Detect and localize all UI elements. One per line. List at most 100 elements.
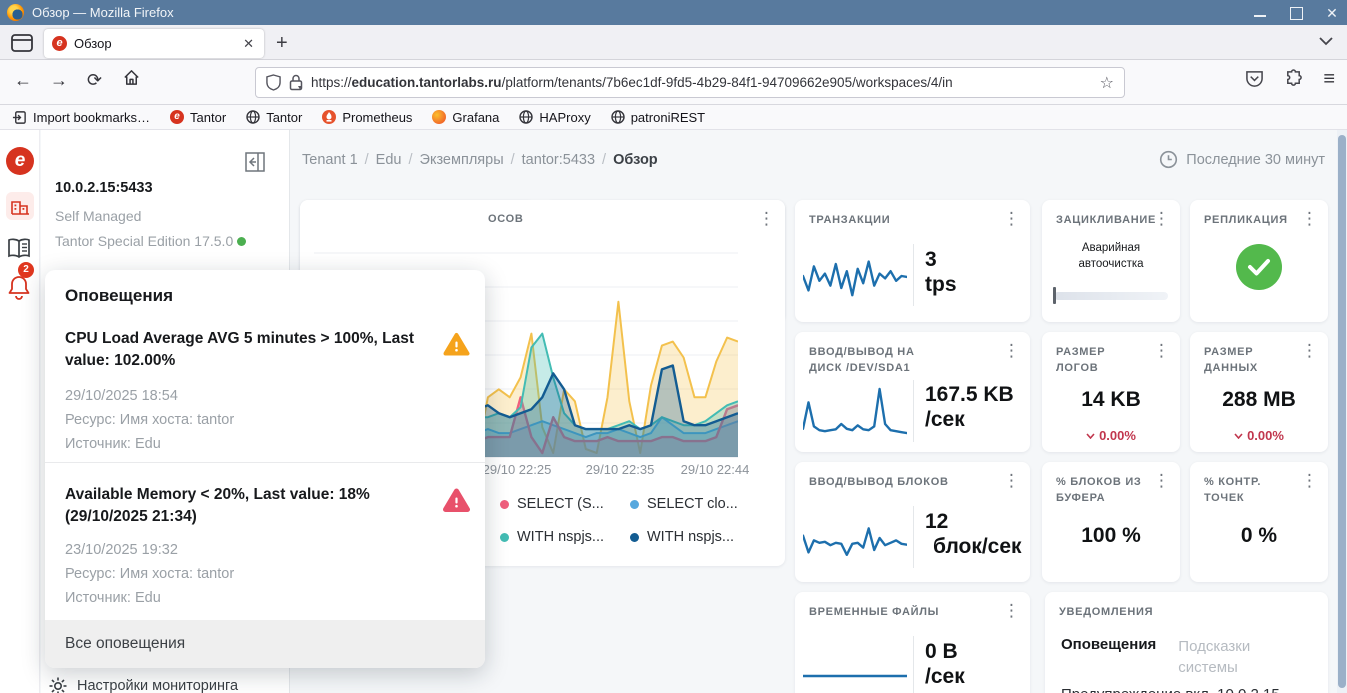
log-size-value: 14 KB bbox=[1081, 388, 1141, 411]
globe-icon bbox=[246, 110, 260, 124]
checkpoints-value: 0 % bbox=[1240, 524, 1278, 547]
replication-ok-check-icon bbox=[1236, 244, 1282, 290]
legend-dot-icon bbox=[630, 499, 639, 509]
minimize-button[interactable] bbox=[1253, 6, 1267, 20]
wraparound-progress-marker bbox=[1053, 287, 1056, 304]
kebab-menu-icon[interactable]: ⋮ bbox=[1003, 210, 1020, 227]
clock-icon bbox=[1159, 150, 1178, 169]
alert-title: CPU Load Average AVG 5 minutes > 100%, L… bbox=[65, 330, 415, 369]
kebab-menu-icon[interactable]: ⋮ bbox=[1301, 210, 1318, 227]
wraparound-progressbar bbox=[1054, 292, 1168, 300]
browser-window: Обзор — Mozilla Firefox ✕ e Обзор ✕ + ← … bbox=[0, 0, 1347, 693]
legend-item[interactable]: WITH nspjs... bbox=[500, 529, 604, 545]
temp-files-value: 0 В/сек bbox=[925, 640, 965, 689]
forward-button[interactable]: → bbox=[50, 70, 68, 91]
window-titlebar: Обзор — Mozilla Firefox ✕ bbox=[0, 0, 1347, 25]
kebab-menu-icon[interactable]: ⋮ bbox=[1003, 602, 1020, 619]
lock-icon[interactable] bbox=[289, 74, 303, 91]
alert-source: Источник: Edu bbox=[65, 436, 161, 452]
card-data-size: РАЗМЕР ДАННЫХ ⋮ 288 MB 0.00% bbox=[1190, 332, 1328, 452]
breadcrumb-instance[interactable]: tantor:5433 bbox=[522, 152, 595, 168]
critical-triangle-icon bbox=[443, 488, 470, 513]
reload-button[interactable]: ⟳ bbox=[87, 70, 102, 91]
bookmark-import[interactable]: Import bookmarks… bbox=[12, 110, 150, 125]
card-disk-io: ВВОД/ВЫВОД НА ДИСК /DEV/SDA1 ⋮ 167.5 KB /… bbox=[795, 332, 1030, 452]
card-title: ТРАНЗАКЦИИ bbox=[809, 214, 891, 226]
time-range-selector[interactable]: Последние 30 минут bbox=[1159, 150, 1325, 169]
url-text[interactable]: https://education.tantorlabs.ru/platform… bbox=[311, 75, 1100, 90]
instance-managed-type: Self Managed bbox=[55, 208, 142, 224]
scrollbar-thumb[interactable] bbox=[1338, 135, 1346, 688]
back-button[interactable]: ← bbox=[14, 70, 32, 91]
alerts-bell-icon[interactable] bbox=[6, 273, 34, 301]
buffer-hit-value: 100 % bbox=[1081, 524, 1141, 547]
kebab-menu-icon[interactable]: ⋮ bbox=[1153, 342, 1170, 359]
disk-io-value: 167.5 KB/сек bbox=[925, 383, 1014, 432]
sidebar-collapse-icon[interactable] bbox=[245, 152, 265, 172]
shield-icon[interactable] bbox=[266, 74, 281, 91]
extensions-puzzle-icon[interactable] bbox=[1284, 69, 1303, 88]
bookmark-tantor-2[interactable]: Tantor bbox=[246, 110, 302, 125]
chart-title-fragment: ОСОВ bbox=[488, 213, 524, 225]
breadcrumb: Tenant 1/Edu / Экземпляры / tantor:5433/Обзо… bbox=[302, 152, 658, 168]
card-title: % КОНТР. ТОЧЕК bbox=[1204, 476, 1262, 504]
bookmarks-bar: Import bookmarks… e Tantor Tantor Promet… bbox=[0, 105, 1347, 130]
disk-io-sparkline bbox=[803, 387, 907, 435]
kebab-menu-icon[interactable]: ⋮ bbox=[1153, 472, 1170, 489]
card-temp-files: ВРЕМЕННЫЕ ФАЙЛЫ ⋮ 0 В/сек bbox=[795, 592, 1030, 693]
maximize-button[interactable] bbox=[1289, 6, 1303, 20]
list-tabs-chevron-icon[interactable] bbox=[1319, 37, 1333, 46]
kebab-menu-icon[interactable]: ⋮ bbox=[1003, 342, 1020, 359]
legend-item[interactable]: SELECT (S... bbox=[500, 496, 604, 512]
monitoring-settings-item[interactable]: Настройки мониторинга bbox=[48, 676, 238, 693]
kebab-menu-icon[interactable]: ⋮ bbox=[1003, 472, 1020, 489]
new-tab-button[interactable]: + bbox=[276, 33, 288, 53]
bookmark-haproxy[interactable]: HAProxy bbox=[519, 110, 591, 125]
tab-manager-icon[interactable] bbox=[10, 32, 34, 54]
bookmark-grafana[interactable]: Grafana bbox=[432, 110, 499, 125]
tantor-logo[interactable]: e bbox=[6, 147, 34, 175]
tab-close-icon[interactable]: ✕ bbox=[241, 36, 256, 52]
bookmark-star-icon[interactable]: ☆ bbox=[1100, 73, 1114, 93]
tab-active[interactable]: e Обзор ✕ bbox=[44, 29, 264, 58]
alert-resource: Ресурс: Имя хоста: tantor bbox=[65, 566, 235, 582]
bookmark-patronirest[interactable]: patroniREST bbox=[611, 110, 705, 125]
instance-edition: Tantor Special Edition 17.5.0 bbox=[55, 233, 247, 249]
tab-system-hints[interactable]: Подсказки системы bbox=[1178, 636, 1278, 678]
bookmark-prometheus[interactable]: Prometheus bbox=[322, 110, 412, 125]
menu-hamburger-icon[interactable]: ≡ bbox=[1323, 69, 1335, 89]
breadcrumb-instances[interactable]: Экземпляры bbox=[420, 152, 504, 168]
url-bar[interactable]: https://education.tantorlabs.ru/platform… bbox=[255, 67, 1125, 98]
alerts-count-badge: 2 bbox=[18, 262, 34, 278]
log-size-delta: 0.00% bbox=[1042, 428, 1180, 443]
legend-item[interactable]: SELECT clo... bbox=[630, 496, 738, 512]
docs-book-icon[interactable] bbox=[6, 237, 34, 265]
alert-time: 29/10/2025 18:54 bbox=[65, 388, 178, 404]
kebab-menu-icon[interactable]: ⋮ bbox=[1301, 342, 1318, 359]
legend-dot-icon bbox=[630, 532, 639, 542]
kebab-menu-icon[interactable]: ⋮ bbox=[1301, 472, 1318, 489]
block-io-sparkline bbox=[803, 527, 907, 556]
organization-building-icon[interactable] bbox=[6, 192, 34, 220]
x-tick: 29/10 22:35 bbox=[585, 462, 655, 477]
tab-alerts[interactable]: Оповещения bbox=[1061, 636, 1156, 678]
close-button[interactable]: ✕ bbox=[1325, 6, 1339, 20]
legend-dot-icon bbox=[500, 532, 509, 542]
legend-label: SELECT (S... bbox=[517, 496, 604, 512]
transactions-sparkline bbox=[803, 260, 907, 297]
legend-item[interactable]: WITH nspjs... bbox=[630, 529, 734, 545]
kebab-menu-icon[interactable]: ⋮ bbox=[758, 210, 775, 227]
kebab-menu-icon[interactable]: ⋮ bbox=[1153, 210, 1170, 227]
home-button[interactable] bbox=[122, 68, 141, 87]
card-replication: РЕПЛИКАЦИЯ ⋮ bbox=[1190, 200, 1328, 322]
card-title: УВЕДОМЛЕНИЯ bbox=[1059, 606, 1154, 618]
card-title: РАЗМЕР ЛОГОВ bbox=[1056, 346, 1106, 374]
tab-title: Обзор bbox=[74, 36, 112, 51]
breadcrumb-workspace[interactable]: Edu bbox=[376, 152, 402, 168]
pocket-icon[interactable] bbox=[1245, 70, 1264, 88]
wraparound-label: Аварийная автоочистка bbox=[1078, 242, 1144, 271]
breadcrumb-tenant[interactable]: Tenant 1 bbox=[302, 152, 358, 168]
grafana-icon bbox=[432, 110, 447, 124]
all-alerts-link[interactable]: Все оповещения bbox=[45, 620, 485, 668]
bookmark-tantor-1[interactable]: e Tantor bbox=[170, 110, 226, 125]
